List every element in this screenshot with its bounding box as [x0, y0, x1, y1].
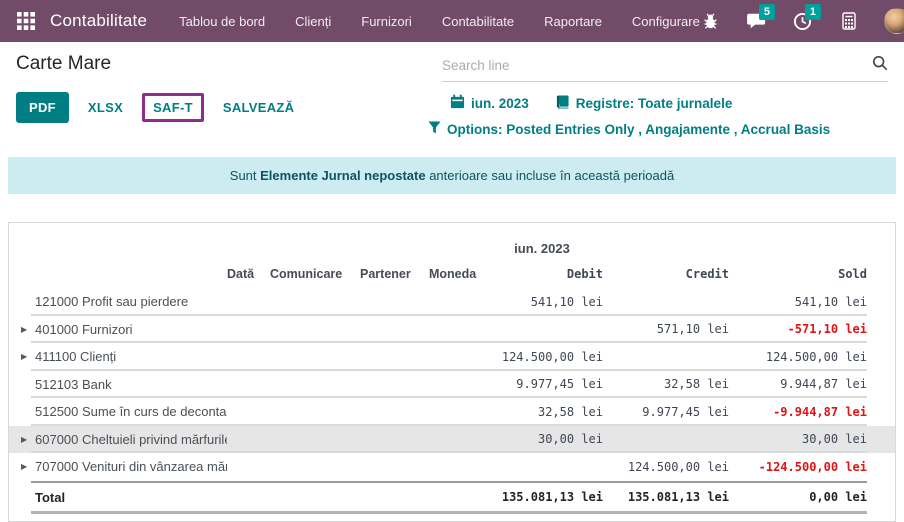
app-name[interactable]: Contabilitate	[50, 11, 147, 31]
filter-funnel-icon	[428, 121, 441, 137]
col-header-date: Dată	[227, 267, 270, 281]
col-header-currency: Moneda	[429, 267, 481, 281]
expand-caret-icon[interactable]	[21, 325, 35, 334]
banner-text-suffix: anterioare sau incluse în această perioa…	[426, 168, 675, 183]
debit-cell: 32,58 lei	[481, 405, 603, 419]
search-icon[interactable]	[872, 55, 888, 76]
calendar-icon	[450, 94, 465, 112]
debit-cell: 124.500,00 lei	[481, 350, 603, 364]
apps-grid-icon[interactable]	[15, 10, 37, 32]
options-filter[interactable]: Options: Posted Entries Only , Angajamen…	[428, 121, 830, 137]
table-row-highlighted[interactable]: 607000 Cheltuieli privind mărfurile 30,0…	[9, 426, 895, 454]
table-row[interactable]: 707000 Venituri din vânzarea mărfurilor …	[9, 453, 895, 481]
credit-cell: 124.500,00 lei	[603, 460, 729, 474]
top-nav: Contabilitate Tablou de bord Clienți Fur…	[0, 0, 904, 42]
account-name[interactable]: 401000 Furnizori	[35, 322, 227, 337]
unposted-entries-link[interactable]: Elemente Jurnal nepostate	[260, 168, 425, 183]
table-row[interactable]: 411100 Clienți 124.500,00 lei 124.500,00…	[9, 343, 895, 371]
table-row[interactable]: 512103 Bank 9.977,45 lei 32,58 lei 9.944…	[9, 371, 895, 399]
debit-cell: 30,00 lei	[481, 432, 603, 446]
menu-item-vendors[interactable]: Furnizori	[361, 14, 412, 29]
search-input[interactable]	[442, 58, 866, 73]
table-row[interactable]: 121000 Profit sau pierdere 541,10 lei 54…	[9, 288, 895, 316]
menu-item-accounting[interactable]: Contabilitate	[442, 14, 514, 29]
report-filters: iun. 2023 Registre: Toate jurnalele Opti…	[428, 94, 888, 137]
menu-item-customers[interactable]: Clienți	[295, 14, 331, 29]
expand-caret-icon[interactable]	[21, 462, 35, 471]
main-menu: Tablou de bord Clienți Furnizori Contabi…	[179, 14, 700, 29]
account-name[interactable]: 512103 Bank	[35, 377, 227, 392]
balance-cell: 541,10 lei	[729, 295, 867, 309]
messages-icon[interactable]: 5	[746, 10, 768, 32]
banner-text-prefix: Sunt	[230, 168, 260, 183]
debit-cell: 9.977,45 lei	[481, 377, 603, 391]
col-header-communication: Comunicare	[270, 267, 360, 281]
debit-cell: 541,10 lei	[481, 295, 603, 309]
menu-item-dashboard[interactable]: Tablou de bord	[179, 14, 265, 29]
book-icon	[555, 95, 570, 112]
account-name[interactable]: 607000 Cheltuieli privind mărfurile	[35, 432, 227, 447]
account-name[interactable]: 707000 Venituri din vânzarea mărfurilor	[35, 459, 227, 474]
activities-badge[interactable]: 1	[805, 4, 821, 20]
unposted-entries-banner: Sunt Elemente Jurnal nepostate anterioar…	[8, 157, 896, 194]
activities-clock-icon[interactable]: 1	[792, 10, 814, 32]
credit-cell: 571,10 lei	[603, 322, 729, 336]
xlsx-button[interactable]: XLSX	[77, 92, 134, 123]
journals-filter[interactable]: Registre: Toate jurnalele	[555, 95, 733, 112]
total-balance: 0,00 lei	[729, 490, 867, 504]
period-header: iun. 2023	[481, 241, 603, 256]
saft-button[interactable]: SAF-T	[142, 93, 204, 122]
col-header-debit: Debit	[481, 267, 603, 281]
menu-item-reporting[interactable]: Raportare	[544, 14, 602, 29]
search-bar	[442, 55, 888, 82]
account-name[interactable]: 121000 Profit sau pierdere	[35, 294, 227, 309]
account-name[interactable]: 512500 Sume în curs de decontare	[35, 404, 227, 419]
table-header-row: Dată Comunicare Partener Moneda Debit Cr…	[9, 260, 895, 288]
messages-badge[interactable]: 5	[759, 4, 775, 20]
total-debit: 135.081,13 lei	[481, 490, 603, 504]
table-row[interactable]: 512500 Sume în curs de decontare 32,58 l…	[9, 398, 895, 426]
total-label: Total	[35, 490, 227, 505]
balance-cell: -571,10 lei	[729, 322, 867, 336]
expand-caret-icon[interactable]	[21, 352, 35, 361]
balance-cell: 9.944,87 lei	[729, 377, 867, 391]
bug-icon[interactable]	[700, 10, 722, 32]
account-name[interactable]: 411100 Clienți	[35, 349, 227, 364]
col-header-credit: Credit	[603, 267, 729, 281]
balance-cell: -124.500,00 lei	[729, 460, 867, 474]
balance-cell: -9.944,87 lei	[729, 405, 867, 419]
table-row[interactable]: 401000 Furnizori 571,10 lei -571,10 lei	[9, 316, 895, 344]
credit-cell: 9.977,45 lei	[603, 405, 729, 419]
pdf-button[interactable]: PDF	[16, 92, 69, 123]
expand-caret-icon[interactable]	[21, 435, 35, 444]
col-header-partner: Partener	[360, 267, 429, 281]
save-button[interactable]: SALVEAZĂ	[212, 92, 306, 123]
date-filter[interactable]: iun. 2023	[450, 94, 529, 112]
user-avatar[interactable]	[884, 8, 904, 34]
export-buttons: PDF XLSX SAF-T SALVEAZĂ	[16, 92, 305, 123]
menu-item-configuration[interactable]: Configurare	[632, 14, 700, 29]
page-title: Carte Mare	[16, 53, 111, 75]
table-total-row: Total 135.081,13 lei 135.081,13 lei 0,00…	[9, 481, 895, 514]
general-ledger-table: iun. 2023 Dată Comunicare Partener Moned…	[8, 222, 896, 522]
total-credit: 135.081,13 lei	[603, 490, 729, 504]
balance-cell: 30,00 lei	[729, 432, 867, 446]
calculator-icon[interactable]	[838, 10, 860, 32]
balance-cell: 124.500,00 lei	[729, 350, 867, 364]
col-header-balance: Sold	[729, 267, 867, 281]
credit-cell: 32,58 lei	[603, 377, 729, 391]
